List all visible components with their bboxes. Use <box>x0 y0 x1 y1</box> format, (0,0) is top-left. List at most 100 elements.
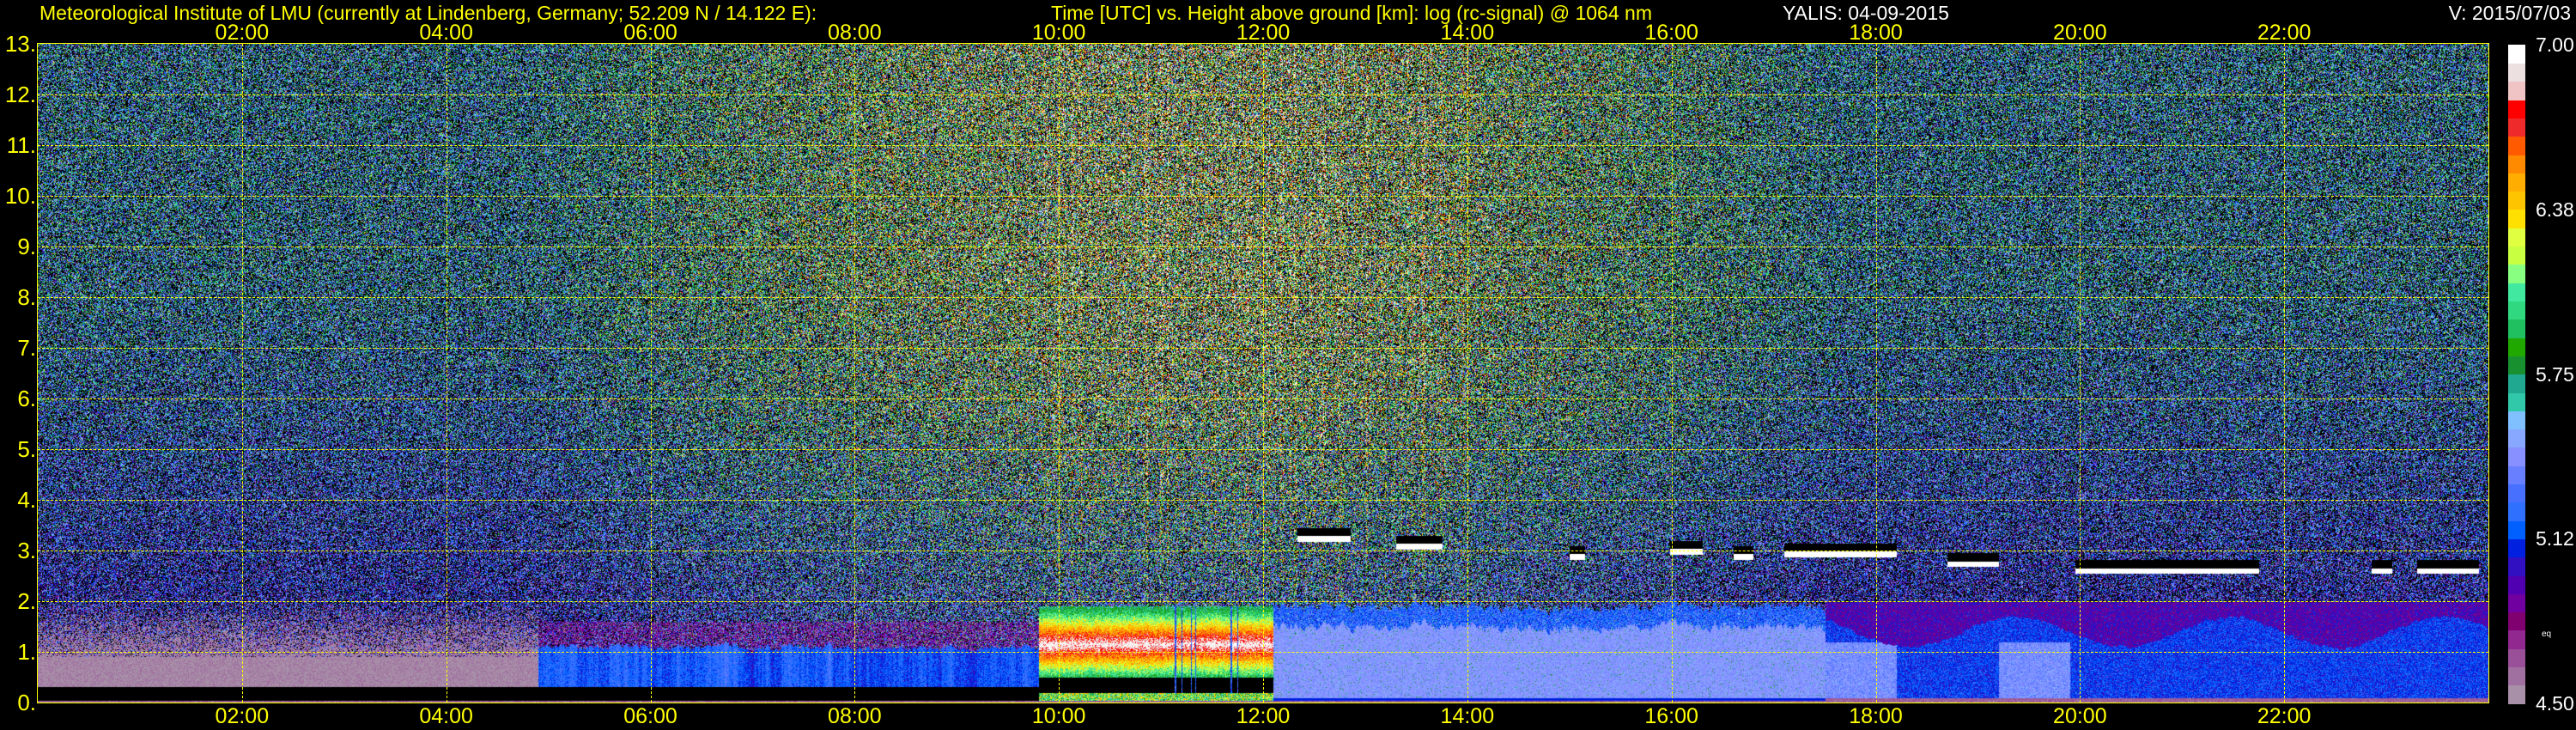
x-tick-label: 02:00 <box>215 704 270 728</box>
y-tick-label: 9. <box>17 234 36 259</box>
x-gridline <box>1875 44 1877 703</box>
x-tick-label: 02:00 <box>215 21 270 45</box>
colorbar-segment <box>2508 63 2525 82</box>
x-gridline <box>241 44 243 703</box>
colorbar-segment <box>2508 264 2525 283</box>
y-gridline <box>38 94 2488 95</box>
lidar-plot-area <box>37 43 2489 703</box>
y-tick-label: 12. <box>4 82 36 107</box>
y-tick-label: 2. <box>17 588 36 614</box>
colorbar-segment <box>2508 611 2525 631</box>
version-label: V: 2015/07/03 <box>2448 2 2571 24</box>
colorbar-segment <box>2508 301 2525 320</box>
x-tick-label: 08:00 <box>828 704 882 728</box>
x-tick-label: 18:00 <box>1849 21 1903 45</box>
colorbar-segment <box>2508 319 2525 338</box>
colorbar-segment <box>2508 684 2525 704</box>
y-tick-label: 6. <box>17 386 36 411</box>
y-gridline <box>38 601 2488 602</box>
y-tick-label: 1. <box>17 639 36 665</box>
y-gridline <box>38 500 2488 501</box>
colorbar-segment <box>2508 429 2525 448</box>
colorbar-segment <box>2508 118 2525 137</box>
x-tick-label: 06:00 <box>623 704 677 728</box>
colorbar-segment <box>2508 136 2525 155</box>
y-gridline <box>38 196 2488 197</box>
colorbar-segment <box>2508 447 2525 466</box>
y-tick-label: 0. <box>17 690 36 715</box>
x-tick-label: 12:00 <box>1236 704 1291 728</box>
chart-title: Time [UTC] vs. Height above ground [km]:… <box>1051 2 1652 24</box>
colorbar-segment <box>2508 666 2525 686</box>
colorbar-segment <box>2508 209 2525 228</box>
x-tick-label: 22:00 <box>2257 704 2312 728</box>
y-gridline <box>38 246 2488 247</box>
y-tick-label: 3. <box>17 538 36 563</box>
x-tick-label: 16:00 <box>1644 704 1698 728</box>
x-tick-label: 06:00 <box>623 21 677 45</box>
colorbar-segment <box>2508 630 2525 649</box>
colorbar-segment <box>2508 154 2525 173</box>
colorbar-note: eq <box>2542 630 2552 639</box>
x-gridline <box>2284 44 2286 703</box>
colorbar-segment <box>2508 356 2525 375</box>
x-tick-label: 10:00 <box>1031 704 1086 728</box>
colorbar-segment <box>2508 173 2525 192</box>
colorbar-segment <box>2508 520 2525 539</box>
colorbar <box>2508 45 2525 704</box>
x-tick-label: 20:00 <box>2053 704 2107 728</box>
x-tick-label: 12:00 <box>1236 21 1291 45</box>
colorbar-tick-label: 6.38 <box>2536 198 2574 221</box>
x-tick-label: 10:00 <box>1031 21 1086 45</box>
colorbar-segment <box>2508 411 2525 430</box>
x-gridline <box>1467 44 1468 703</box>
x-gridline <box>2080 44 2081 703</box>
x-tick-label: 22:00 <box>2257 21 2312 45</box>
x-gridline <box>1263 44 1264 703</box>
colorbar-segment <box>2508 538 2525 558</box>
colorbar-segment <box>2508 191 2525 210</box>
colorbar-tick-label: 5.12 <box>2536 527 2574 551</box>
x-tick-label: 04:00 <box>419 21 473 45</box>
colorbar-segment <box>2508 484 2525 503</box>
y-tick-label: 13. <box>4 31 36 57</box>
x-gridline <box>1671 44 1673 703</box>
colorbar-segment <box>2508 465 2525 485</box>
x-tick-label: 18:00 <box>1849 704 1903 728</box>
x-gridline <box>1059 44 1060 703</box>
y-tick-label: 4. <box>17 487 36 513</box>
colorbar-segment <box>2508 228 2525 247</box>
colorbar-segment <box>2508 593 2525 613</box>
colorbar-segment <box>2508 81 2525 100</box>
x-tick-label: 16:00 <box>1644 21 1698 45</box>
y-tick-label: 5. <box>17 436 36 462</box>
x-tick-label: 04:00 <box>419 704 473 728</box>
colorbar-segment <box>2508 648 2525 668</box>
x-tick-label: 20:00 <box>2053 21 2107 45</box>
colorbar-segment <box>2508 282 2525 301</box>
colorbar-segment <box>2508 575 2525 594</box>
x-gridline <box>854 44 856 703</box>
y-gridline <box>38 348 2488 349</box>
colorbar-segment <box>2508 374 2525 393</box>
colorbar-segment <box>2508 337 2525 356</box>
y-gridline <box>38 297 2488 298</box>
x-tick-label: 08:00 <box>828 21 882 45</box>
colorbar-segment <box>2508 557 2525 576</box>
colorbar-tick-label: 5.75 <box>2536 362 2574 386</box>
y-tick-label: 8. <box>17 284 36 310</box>
colorbar-segment <box>2508 45 2525 64</box>
colorbar-tick-label: 4.50 <box>2536 692 2574 715</box>
y-gridline <box>38 652 2488 653</box>
colorbar-segment <box>2508 246 2525 265</box>
x-gridline <box>650 44 652 703</box>
colorbar-segment <box>2508 392 2525 411</box>
y-tick-label: 7. <box>17 335 36 361</box>
colorbar-tick-label: 7.00 <box>2536 33 2574 56</box>
y-gridline <box>38 449 2488 450</box>
y-tick-label: 10. <box>4 183 36 209</box>
colorbar-segment <box>2508 99 2525 119</box>
colorbar-segment <box>2508 502 2525 521</box>
y-gridline <box>38 398 2488 399</box>
x-tick-label: 14:00 <box>1440 704 1495 728</box>
